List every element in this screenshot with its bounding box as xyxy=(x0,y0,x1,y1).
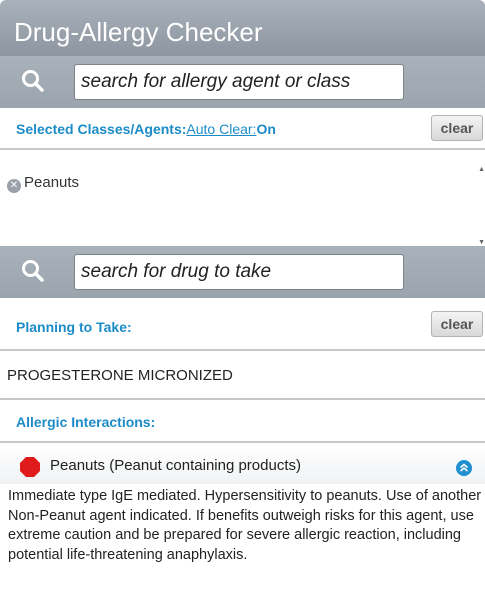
planned-drug-row[interactable]: PROGESTERONE MICRONIZED xyxy=(0,352,485,400)
allergy-search-input[interactable] xyxy=(74,64,404,100)
interactions-label: Allergic Interactions: xyxy=(16,414,156,430)
app-title: Drug-Allergy Checker xyxy=(14,17,263,47)
collapse-chevron-icon[interactable] xyxy=(456,460,472,476)
interaction-detail: Immediate type IgE mediated. Hypersensit… xyxy=(8,488,482,563)
title-bar: Drug-Allergy Checker xyxy=(0,0,485,56)
interactions-header: Allergic Interactions: xyxy=(0,401,485,443)
scroll-up-icon[interactable]: ▲ xyxy=(478,166,485,173)
selected-classes-label: Selected Classes/Agents:Auto Clear:On xyxy=(16,121,276,137)
allergy-list-scrollbar[interactable]: ▲ ▼ xyxy=(478,158,485,246)
allergy-chip: ✕ Peanuts xyxy=(7,174,79,193)
drug-search-bar xyxy=(0,246,485,298)
clear-allergies-button[interactable]: clear xyxy=(431,115,483,141)
interaction-title: Peanuts (Peanut containing products) xyxy=(50,457,301,474)
remove-chip-icon[interactable]: ✕ xyxy=(7,179,21,193)
planning-header: Planning to Take: clear xyxy=(0,303,485,351)
selected-allergy-list: ✕ Peanuts ▲ ▼ xyxy=(0,158,485,246)
search-icon[interactable] xyxy=(20,258,46,284)
scroll-down-icon[interactable]: ▼ xyxy=(478,239,485,246)
clear-drugs-button[interactable]: clear xyxy=(431,311,483,337)
allergy-chip-label: Peanuts xyxy=(24,174,80,191)
stop-sign-icon xyxy=(20,457,40,477)
auto-clear-link[interactable]: Auto Clear: xyxy=(186,121,256,137)
planned-drug-name: PROGESTERONE MICRONIZED xyxy=(7,367,233,384)
search-icon[interactable] xyxy=(20,68,46,94)
drug-search-input[interactable] xyxy=(74,254,404,290)
planning-label: Planning to Take: xyxy=(16,319,132,335)
interaction-item[interactable]: Peanuts (Peanut containing products) xyxy=(0,444,485,484)
allergy-search-bar xyxy=(0,56,485,108)
auto-clear-value: On xyxy=(256,121,276,137)
selected-classes-header: Selected Classes/Agents:Auto Clear:On cl… xyxy=(0,108,485,150)
